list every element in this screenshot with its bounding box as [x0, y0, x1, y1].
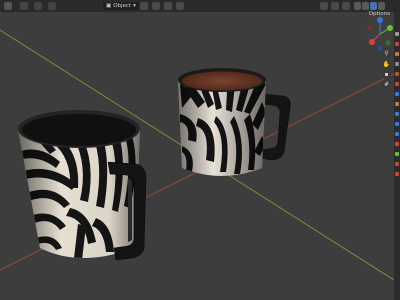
mug-left-handle-highlight: [128, 178, 132, 242]
chevron-down-icon: ▾: [133, 3, 136, 9]
particles-icon[interactable]: [395, 122, 399, 126]
constraints-icon[interactable]: [395, 142, 399, 146]
viewport-header: ▣ Object ▾: [0, 0, 400, 12]
mug-right-coffee: [182, 71, 262, 91]
mug-left[interactable]: [18, 110, 147, 261]
snap-icon[interactable]: [164, 2, 172, 10]
hand-pan-icon[interactable]: ✋: [382, 60, 391, 69]
shading-wireframe-button[interactable]: [354, 2, 361, 10]
editor-type-icon[interactable]: [4, 2, 12, 10]
collection-icon[interactable]: [395, 92, 399, 96]
material-icon[interactable]: [395, 162, 399, 166]
properties-strip: [394, 12, 400, 300]
proportional-edit-icon[interactable]: [176, 2, 184, 10]
camera-icon[interactable]: ▪: [382, 70, 391, 79]
gizmo-neg-y-icon[interactable]: [367, 25, 373, 31]
visibility-icon[interactable]: [320, 2, 328, 10]
gizmo-neg-x-icon[interactable]: [385, 40, 391, 46]
grid-icon[interactable]: #: [382, 80, 391, 89]
3d-viewport[interactable]: ▣ Object ▾ Options ⚲ ✋ ▪ #: [0, 0, 400, 300]
output-icon[interactable]: [395, 52, 399, 56]
view-menu[interactable]: [20, 2, 28, 10]
texture-icon[interactable]: [395, 172, 399, 176]
zoom-icon[interactable]: ⚲: [382, 49, 391, 58]
mode-dropdown[interactable]: ▣ Object ▾: [103, 2, 139, 10]
gizmo-neg-z-icon[interactable]: [377, 45, 383, 51]
mode-icon: ▣: [106, 3, 112, 9]
object-icon[interactable]: [395, 102, 399, 106]
transform-orientation-icon[interactable]: [140, 2, 148, 10]
render-icon[interactable]: [395, 42, 399, 46]
overlay-toggle-icon[interactable]: [342, 2, 350, 10]
add-menu[interactable]: [48, 2, 56, 10]
view-layer-icon[interactable]: [395, 62, 399, 66]
gizmo-z-icon[interactable]: [377, 17, 383, 23]
scene-icon[interactable]: [395, 72, 399, 76]
mug-left-interior: [22, 114, 136, 146]
gizmo-x-icon[interactable]: [369, 39, 375, 45]
scene-canvas: [0, 17, 394, 281]
data-icon[interactable]: [395, 152, 399, 156]
world-icon[interactable]: [395, 82, 399, 86]
tool-icon[interactable]: [395, 32, 399, 36]
mug-right[interactable]: [178, 68, 291, 176]
mode-label: Object: [113, 3, 132, 9]
modifier-icon[interactable]: [395, 112, 399, 116]
mug-right-handle: [261, 93, 291, 161]
gizmo-toggle-icon[interactable]: [331, 2, 339, 10]
navigation-gizmo[interactable]: [367, 17, 393, 51]
gizmo-y-icon[interactable]: [387, 25, 393, 31]
select-menu[interactable]: [34, 2, 42, 10]
physics-icon[interactable]: [395, 132, 399, 136]
pivot-point-icon[interactable]: [152, 2, 160, 10]
